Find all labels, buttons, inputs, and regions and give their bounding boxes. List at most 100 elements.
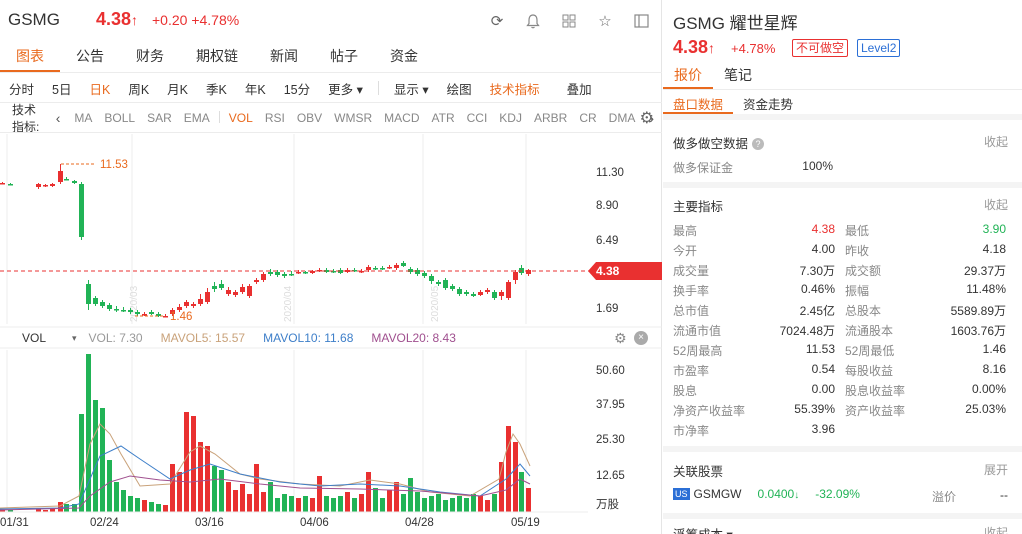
tab-tool-3[interactable]: 叠加 xyxy=(549,79,601,98)
tab-tool-2[interactable]: 技术指标 xyxy=(481,79,549,98)
tab-main-3[interactable]: 期权链 xyxy=(180,42,254,72)
volume-bar xyxy=(135,498,140,512)
close-icon[interactable]: × xyxy=(634,331,648,345)
tab-period-1[interactable]: 5日 xyxy=(43,79,80,98)
mavol10-value: MAVOL10: 11.68 xyxy=(263,331,354,345)
volume-bar xyxy=(519,472,524,512)
indicator-vol[interactable]: VOL xyxy=(223,111,259,125)
candle-body xyxy=(450,286,455,289)
star-icon[interactable]: ☆ xyxy=(594,10,616,32)
indicator-atr[interactable]: ATR xyxy=(426,111,461,125)
fullscreen-icon[interactable] xyxy=(630,10,652,32)
indicator-cr[interactable]: CR xyxy=(573,111,602,125)
tab-tool-0[interactable]: 显示 ▾ xyxy=(385,79,438,98)
volume-bar xyxy=(184,412,189,512)
indicator-cell: 成交量 7.30万 xyxy=(673,264,835,278)
indicator-cell: 成交额 29.37万 xyxy=(845,264,1006,278)
indicator-rsi[interactable]: RSI xyxy=(259,111,291,125)
gear-icon[interactable]: ⚙ xyxy=(614,330,627,347)
indicator-macd[interactable]: MACD xyxy=(378,111,425,125)
candle-body xyxy=(212,286,217,289)
level2-badge[interactable]: Level2 xyxy=(857,39,901,57)
main-indicators-fold[interactable]: 收起 xyxy=(984,196,1008,213)
volume-bar xyxy=(121,490,126,512)
indicator-boll[interactable]: BOLL xyxy=(98,111,141,125)
candle-body xyxy=(380,268,385,270)
tab-quote[interactable]: 报价 xyxy=(663,62,713,89)
candle-body xyxy=(79,184,84,237)
volume-bar xyxy=(142,500,147,512)
indicator-wmsr[interactable]: WMSR xyxy=(328,111,378,125)
candle-body xyxy=(219,284,224,288)
volume-bar xyxy=(506,426,511,512)
vol-indicator-name[interactable]: VOL xyxy=(0,331,46,345)
tab-period-2[interactable]: 日K xyxy=(80,79,119,98)
volume-bar xyxy=(233,490,238,512)
indicator-dma[interactable]: DMA xyxy=(603,111,642,125)
volume-bar xyxy=(478,496,483,512)
float-cost-fold[interactable]: 收起 xyxy=(984,524,1008,534)
grid-icon[interactable] xyxy=(558,10,580,32)
gear-icon[interactable]: ⚙ xyxy=(640,108,654,128)
right-change-pct: +4.78% xyxy=(731,41,776,56)
help-icon[interactable]: ? xyxy=(752,138,765,150)
tab-period-6[interactable]: 年K xyxy=(236,79,275,98)
tab-main-0[interactable]: 图表 xyxy=(0,42,60,72)
tab-capital-flow[interactable]: 资金走势 xyxy=(733,94,803,114)
tab-period-3[interactable]: 周K xyxy=(119,79,158,98)
date-watermark: 2020/05 xyxy=(430,285,441,322)
indicator-sar[interactable]: SAR xyxy=(141,111,178,125)
volume-bar xyxy=(100,408,105,512)
tab-main-2[interactable]: 财务 xyxy=(120,42,180,72)
tab-period-5[interactable]: 季K xyxy=(197,79,236,98)
indicator-cell: 股息收益率 0.00% xyxy=(845,382,1006,398)
indicator-obv[interactable]: OBV xyxy=(291,111,328,125)
volume-bar xyxy=(261,492,266,512)
tab-period-7[interactable]: 15分 xyxy=(275,79,319,98)
candle-body xyxy=(254,280,259,282)
tab-period-8[interactable]: 更多 ▾ xyxy=(319,79,372,98)
indicator-cci[interactable]: CCI xyxy=(461,111,494,125)
tab-main-6[interactable]: 资金 xyxy=(374,42,434,72)
indicator-ema[interactable]: EMA xyxy=(178,111,216,125)
refresh-icon[interactable]: ⟳ xyxy=(486,10,508,32)
related-expand[interactable]: 展开 xyxy=(984,461,1008,478)
volume-bar xyxy=(205,446,210,512)
price-tick-label: 11.30 xyxy=(596,167,624,179)
candle-body xyxy=(121,310,126,312)
tab-tool-1[interactable]: 绘图 xyxy=(438,79,481,98)
float-cost-title: 浮筹成本 ▾ xyxy=(673,524,733,534)
indicator-ma[interactable]: MA xyxy=(68,111,98,125)
candle-body xyxy=(506,282,511,298)
volume-bar xyxy=(212,466,217,512)
candle-body xyxy=(8,184,13,186)
tab-main-4[interactable]: 新闻 xyxy=(254,42,314,72)
chevron-down-icon[interactable]: ▾ xyxy=(46,333,77,344)
chevron-left-icon[interactable]: ‹ xyxy=(48,110,69,126)
indicator-kdj[interactable]: KDJ xyxy=(493,111,528,125)
candle-body xyxy=(226,290,231,294)
related-row[interactable]: US GSMGW 0.0400↓ -32.09% xyxy=(673,487,860,501)
tab-period-4[interactable]: 月K xyxy=(158,79,197,98)
volume-bar xyxy=(450,498,455,512)
volume-bar xyxy=(366,472,371,512)
tab-main-1[interactable]: 公告 xyxy=(60,42,120,72)
indicator-separator xyxy=(218,111,220,123)
volume-bar xyxy=(275,498,280,512)
volume-bar xyxy=(282,494,287,512)
tab-order-book[interactable]: 盘口数据 xyxy=(663,94,734,114)
candle-body xyxy=(198,299,203,304)
volume-bar xyxy=(359,494,364,512)
tab-period-0[interactable]: 分时 xyxy=(0,79,43,98)
indicator-arbr[interactable]: ARBR xyxy=(528,111,573,125)
candle-body xyxy=(289,274,294,276)
candle-body xyxy=(485,290,490,292)
tab-main-5[interactable]: 帖子 xyxy=(314,42,374,72)
high-marker-label: 11.53 xyxy=(100,159,128,171)
short-data-fold[interactable]: 收起 xyxy=(984,133,1008,150)
bell-icon[interactable] xyxy=(522,10,544,32)
volume-bar xyxy=(408,478,413,512)
volume-bar xyxy=(443,500,448,512)
tab-notes[interactable]: 笔记 xyxy=(713,62,763,89)
related-symbol[interactable]: GSMGW xyxy=(694,487,742,501)
